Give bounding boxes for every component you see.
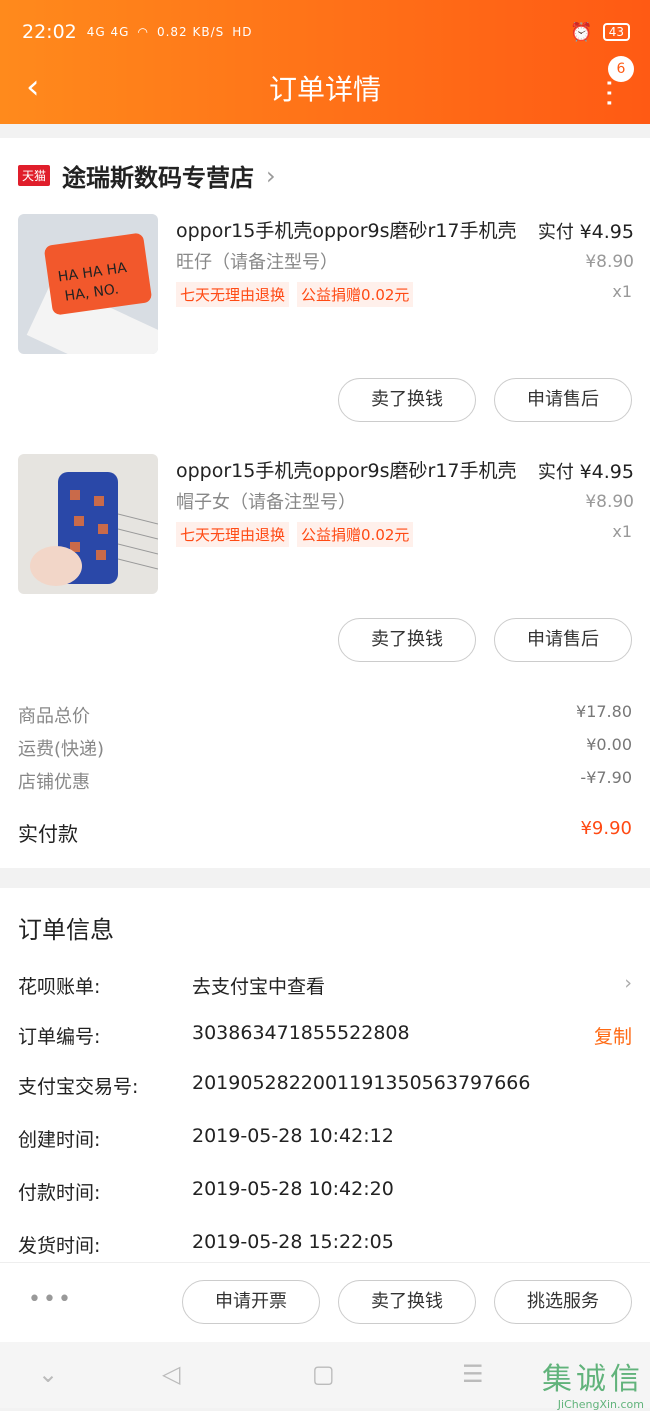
summary-value: ¥0.00 (586, 735, 632, 754)
watermark: 集诚信 JiChengXin.com (542, 1354, 644, 1411)
paid-amount: ¥4.95 (579, 221, 634, 243)
info-label: 发货时间: (18, 1235, 101, 1257)
order-item[interactable]: oppor15手机壳oppor9s磨砂r17手机壳 帽子女（请备注型号） 七天无… (0, 454, 650, 674)
status-bar: 22:02 4G 4G ◠ 0.82 KB/S HD ⏰ 43 (22, 18, 630, 46)
summary-label: 运费(快递) (18, 739, 105, 760)
paid-label: 实付 (537, 222, 574, 243)
watermark-text: 集诚信 (542, 1362, 644, 1397)
info-value: 去支付宝中查看 (192, 976, 326, 998)
select-service-button[interactable]: 挑选服务 (494, 1280, 632, 1324)
tag-charity: 公益捐赠0.02元 (297, 522, 414, 547)
original-price: ¥8.90 (585, 252, 634, 272)
tmall-icon: 天猫 (18, 165, 51, 186)
bottom-action-bar: ••• 申请开票 卖了换钱 挑选服务 (0, 1262, 650, 1342)
section-title: 订单信息 (18, 916, 114, 944)
more-dots-icon[interactable]: ••• (28, 1287, 73, 1312)
nav-home-icon[interactable]: ▢ (312, 1360, 335, 1388)
watermark-url: JiChengXin.com (557, 1398, 644, 1411)
status-time: 22:02 (22, 21, 77, 43)
after-sales-button[interactable]: 申请售后 (494, 378, 632, 422)
hd-indicator: HD (232, 25, 253, 39)
paid-amount: ¥4.95 (579, 461, 634, 483)
network-speed: 0.82 KB/S (156, 25, 225, 39)
summary-label: 商品总价 (18, 706, 90, 727)
paid-price: 实付 ¥4.95 (538, 218, 634, 244)
product-name[interactable]: oppor15手机壳oppor9s磨砂r17手机壳 (176, 216, 517, 243)
original-price: ¥8.90 (585, 492, 634, 512)
chevron-down-icon[interactable]: ⌄ (38, 1360, 58, 1388)
info-value: 2019-05-28 10:42:12 (192, 1125, 394, 1147)
more-icon[interactable]: ⋯ (592, 78, 627, 108)
info-value: 2019-05-28 15:22:05 (192, 1231, 394, 1253)
page-title: 订单详情 (268, 73, 381, 106)
product-sku: 帽子女（请备注型号） (176, 492, 356, 513)
summary-goods-total: 商品总价 ¥17.80 (18, 702, 632, 728)
order-card: 天猫 途瑞斯数码专营店 › HA HA HA HA, NO. oppor15手机… (0, 138, 650, 868)
tag-return: 七天无理由退换 (176, 522, 290, 547)
tag-return: 七天无理由退换 (176, 282, 290, 307)
copy-button[interactable]: 复制 (594, 1022, 632, 1049)
product-sku: 旺仔（请备注型号） (176, 252, 338, 273)
chevron-right-icon: › (624, 972, 632, 994)
info-label: 花呗账单: (18, 976, 101, 998)
product-image[interactable]: HA HA HA HA, NO. (18, 214, 158, 354)
product-image[interactable] (18, 454, 158, 594)
paid-label: 实付 (537, 462, 574, 483)
alarm-icon: ⏰ (570, 21, 593, 43)
summary-discount: 店铺优惠 -¥7.90 (18, 768, 632, 794)
info-label: 付款时间: (18, 1182, 101, 1204)
paid-price: 实付 ¥4.95 (538, 458, 634, 484)
summary-value: ¥17.80 (576, 702, 632, 721)
summary-value: -¥7.90 (580, 768, 632, 787)
shop-header[interactable]: 天猫 途瑞斯数码专营店 › (18, 158, 276, 193)
order-item[interactable]: HA HA HA HA, NO. oppor15手机壳oppor9s磨砂r17手… (0, 214, 650, 434)
nav-back-icon[interactable]: ◁ (162, 1360, 180, 1388)
quantity: x1 (612, 282, 632, 301)
summary-shipping: 运费(快递) ¥0.00 (18, 735, 632, 761)
invoice-button[interactable]: 申请开票 (182, 1280, 320, 1324)
total-label: 实付款 (18, 822, 78, 846)
tag-charity: 公益捐赠0.02元 (297, 282, 414, 307)
info-label: 创建时间: (18, 1129, 101, 1151)
summary-paid-total: 实付款 ¥9.90 (18, 818, 632, 847)
battery-icon: 43 (602, 23, 630, 41)
info-value: 303863471855522808 (192, 1022, 410, 1044)
info-label: 支付宝交易号: (18, 1076, 139, 1098)
service-tags: 七天无理由退换 公益捐赠0.02元 (176, 522, 414, 547)
product-name[interactable]: oppor15手机壳oppor9s磨砂r17手机壳 (176, 456, 517, 483)
nav-menu-icon[interactable]: ☰ (462, 1360, 484, 1388)
sell-button[interactable]: 卖了换钱 (338, 1280, 476, 1324)
service-tags: 七天无理由退换 公益捐赠0.02元 (176, 282, 414, 307)
after-sales-button[interactable]: 申请售后 (494, 618, 632, 662)
app-header: 22:02 4G 4G ◠ 0.82 KB/S HD ⏰ 43 ‹ 订单详情 6… (0, 0, 650, 124)
system-nav-bar: ⌄ ◁ ▢ ☰ 集诚信 JiChengXin.com (0, 1342, 650, 1411)
total-value: ¥9.90 (580, 818, 632, 839)
info-label: 订单编号: (18, 1026, 101, 1048)
quantity: x1 (612, 522, 632, 541)
signal-icon: 4G 4G (86, 25, 130, 39)
order-info-card: 订单信息 花呗账单: 去支付宝中查看 › 订单编号: 3038634718555… (0, 888, 650, 1262)
sell-button[interactable]: 卖了换钱 (338, 618, 476, 662)
sell-button[interactable]: 卖了换钱 (338, 378, 476, 422)
info-value: 2019052822001191350563797666 (192, 1072, 531, 1094)
wifi-icon: ◠ (137, 25, 149, 39)
chevron-right-icon: › (266, 161, 276, 190)
summary-label: 店铺优惠 (18, 772, 90, 793)
info-value: 2019-05-28 10:42:20 (192, 1178, 394, 1200)
shop-name: 途瑞斯数码专营店 (62, 164, 255, 192)
